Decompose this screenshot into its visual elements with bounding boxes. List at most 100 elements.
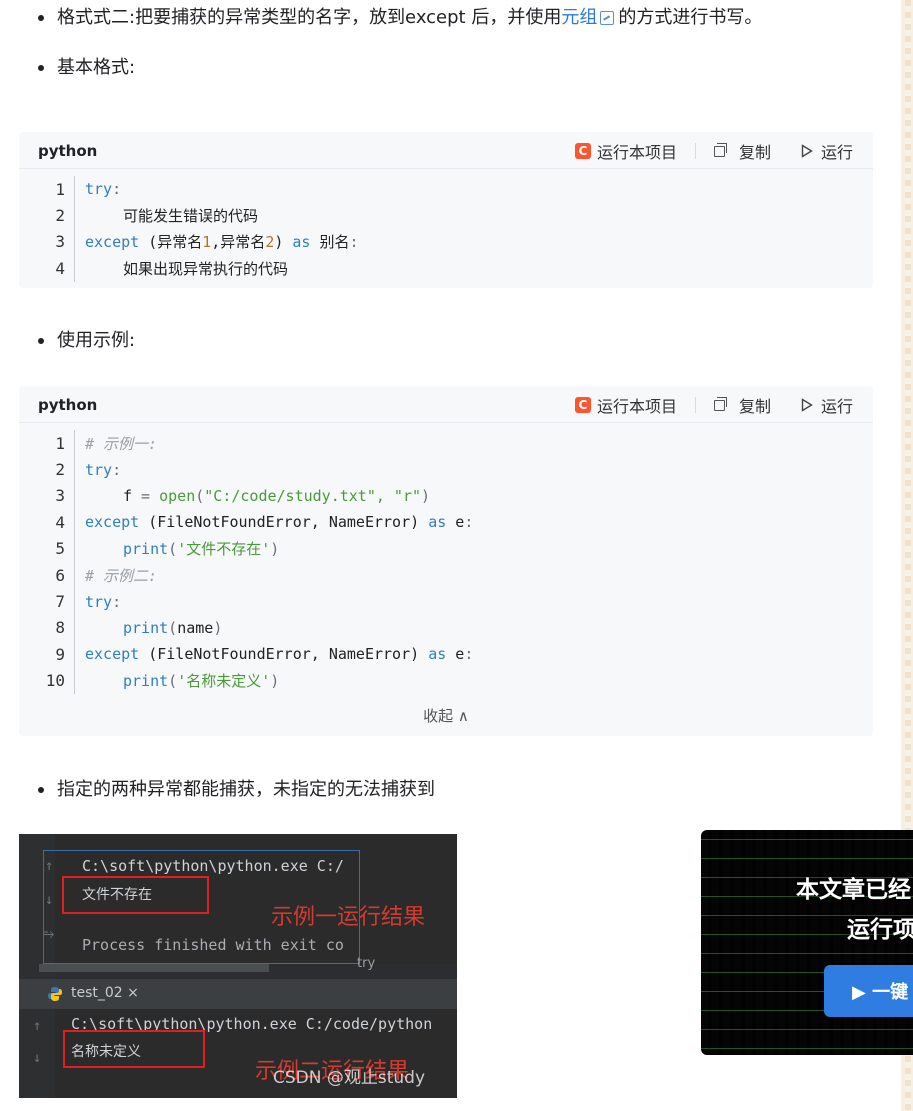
run-project-button[interactable]: C 运行本项目 <box>574 139 677 163</box>
code-text: ) <box>274 233 293 252</box>
code-text: (异常名 <box>139 233 203 252</box>
code-text: ,异常名 <box>211 233 266 252</box>
line-number: 2 <box>55 460 65 480</box>
python-icon <box>48 987 62 1001</box>
code-header: python C 运行本项目 复制 运行 <box>19 386 873 423</box>
alias: e <box>455 645 465 664</box>
csdn-c-icon: C <box>574 397 591 413</box>
run-label: 运行 <box>820 397 853 416</box>
format2-suffix: 的方式进行书写。 <box>618 7 763 28</box>
console-command-1: C:\soft\python\python.exe C:/ <box>82 857 344 875</box>
bullet-usage-example: 使用示例: <box>38 328 135 354</box>
code-header: python C 运行本项目 复制 运行 <box>19 132 873 169</box>
builtin-function: print <box>123 618 169 637</box>
comment: # 示例一: <box>85 434 158 453</box>
builtin-function: print <box>123 672 169 691</box>
run-button[interactable]: 运行 <box>801 139 853 163</box>
bullet-conclusion: 指定的两种异常都能捕获，未指定的无法捕获到 <box>38 777 435 803</box>
code-text: 可能发生错误的代码 <box>123 207 259 226</box>
tab-test-02[interactable]: test_02 × <box>71 985 139 1001</box>
operator: : <box>112 180 122 199</box>
external-link-icon[interactable] <box>600 11 615 25</box>
horizontal-scrollbar[interactable] <box>39 964 269 972</box>
bullet-dot <box>38 65 44 71</box>
one-click-run-button[interactable]: ▶ 一键 <box>824 965 913 1017</box>
copy-button[interactable]: 复制 <box>713 393 771 417</box>
code-line: 7 try: <box>19 588 873 614</box>
code-block-example: python C 运行本项目 复制 运行 1 # 示例一: 2 try: 3f = o… <box>19 386 873 736</box>
exception-tuple: (FileNotFoundError, NameError) <box>148 513 420 532</box>
line-number: 2 <box>55 206 65 226</box>
code-line: 3f = open("C:/code/study.txt", "r") <box>19 483 873 509</box>
ad-title: 本文章已经 <box>796 877 911 903</box>
run-project-ad-card[interactable]: 本文章已经 运行项 ▶ 一键 <box>701 830 913 1055</box>
basic-format-label: 基本格式: <box>57 57 136 78</box>
tuple-link[interactable]: 元组 <box>561 5 597 31</box>
run-project-button[interactable]: C 运行本项目 <box>574 393 677 417</box>
keyword: except <box>85 233 140 252</box>
builtin-function: open <box>159 486 196 505</box>
play-icon <box>801 144 813 158</box>
code-text: 如果出现异常执行的代码 <box>123 259 289 278</box>
code-line: 3 except (异常名1,异常名2) as 别名: <box>19 229 873 255</box>
line-number: 5 <box>55 539 65 559</box>
code-line: 6 # 示例二: <box>19 562 873 588</box>
play-icon <box>801 398 813 412</box>
alias: e <box>455 513 465 532</box>
code-line: 1 try: <box>19 176 873 202</box>
collapse-button[interactable]: 收起 ∧ <box>19 694 873 738</box>
run-project-label: 运行本项目 <box>596 143 677 162</box>
ad-subtitle: 运行项 <box>847 917 913 943</box>
bullet-format2: 格式式二:把要捕获的异常类型的名字，放到except 后，并使用 元组 的方式进行书… <box>38 5 762 31</box>
up-arrow-icon: ↑ <box>33 1018 42 1034</box>
csdn-c-icon: C <box>574 143 591 159</box>
bullet-dot <box>38 15 44 21</box>
string: '名称未定义' <box>177 672 271 691</box>
keyword: try <box>85 460 113 479</box>
bullet-dot <box>38 787 44 793</box>
format2-prefix: 格式式二:把要捕获的异常类型的名字，放到except 后，并使用 <box>57 7 562 28</box>
string-args: "C:/code/study.txt", "r" <box>204 486 422 505</box>
usage-example-label: 使用示例: <box>57 330 136 351</box>
process-finished-text: Process finished with exit co <box>82 936 344 954</box>
gutter-divider <box>74 176 75 282</box>
keyword: try <box>85 592 113 611</box>
bullet-dot <box>38 338 44 344</box>
variable: name <box>177 618 214 637</box>
console-output-1: 文件不存在 <box>82 887 152 903</box>
code-line: 4 如果出现异常执行的代码 <box>19 255 873 281</box>
run-project-label: 运行本项目 <box>596 397 677 416</box>
code-language: python <box>38 396 98 414</box>
code-line: 9 except (FileNotFoundError, NameError) a… <box>19 641 873 667</box>
keyword: as <box>428 645 447 664</box>
code-lines: 1 # 示例一: 2 try: 3f = open("C:/code/study.t… <box>19 423 873 694</box>
code-toolbar: C 运行本项目 复制 运行 <box>574 393 853 417</box>
bullet-basic-format: 基本格式: <box>38 55 135 81</box>
variable: f <box>123 486 133 505</box>
line-number: 9 <box>55 644 65 664</box>
code-line: 1 # 示例一: <box>19 430 873 456</box>
number: 1 <box>202 233 212 252</box>
line-number: 4 <box>55 512 65 532</box>
code-text: 别名 <box>310 233 350 252</box>
try-tag: try <box>357 956 376 971</box>
result-label-1: 示例一运行结果 <box>271 905 426 930</box>
keyword: as <box>292 233 311 252</box>
string: '文件不存在' <box>177 540 271 559</box>
line-number: 4 <box>55 258 65 278</box>
code-line: 2 可能发生错误的代码 <box>19 202 873 228</box>
builtin-function: print <box>123 540 169 559</box>
copy-icon <box>713 396 727 411</box>
gutter-divider <box>74 430 75 694</box>
line-number: 3 <box>55 232 65 252</box>
copy-label: 复制 <box>738 397 771 416</box>
line-number: 3 <box>55 486 65 506</box>
keyword: as <box>428 513 447 532</box>
copy-button[interactable]: 复制 <box>713 139 771 163</box>
run-button[interactable]: 运行 <box>801 393 853 417</box>
conclusion-text: 指定的两种异常都能捕获，未指定的无法捕获到 <box>57 779 435 800</box>
line-number: 7 <box>55 592 65 612</box>
line-number: 10 <box>45 671 65 691</box>
code-toolbar: C 运行本项目 复制 运行 <box>574 139 853 163</box>
copy-icon <box>713 142 727 157</box>
